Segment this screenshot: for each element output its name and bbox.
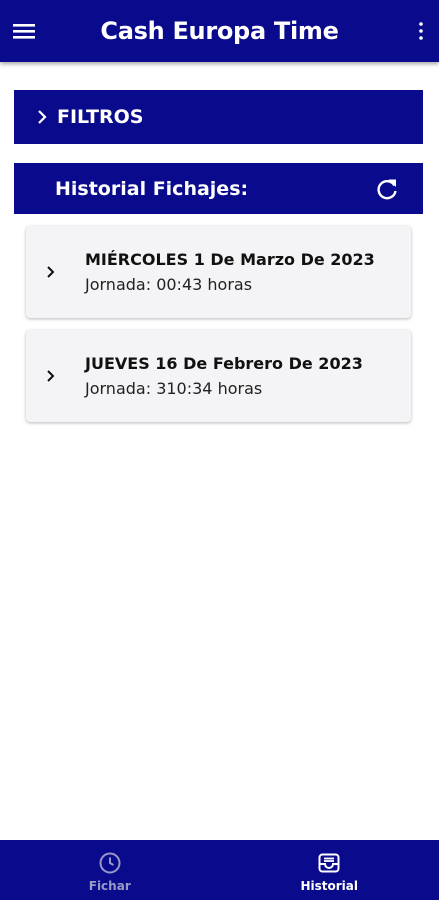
filters-label: FILTROS bbox=[57, 106, 144, 128]
filters-toggle[interactable]: FILTROS bbox=[14, 90, 423, 144]
chevron-right-icon bbox=[47, 266, 55, 278]
app-title: Cash Europa Time bbox=[100, 17, 339, 45]
bottom-navigation: Fichar Historial bbox=[0, 840, 439, 900]
entry-jornada: Jornada: 310:34 horas bbox=[85, 379, 263, 398]
history-entry-card[interactable]: JUEVES 16 De Febrero De 2023 Jornada: 31… bbox=[26, 330, 411, 422]
nav-tab-historial[interactable]: Historial bbox=[220, 840, 439, 900]
history-title: Historial Fichajes: bbox=[55, 177, 249, 200]
app-bar: Cash Europa Time bbox=[0, 0, 439, 62]
chevron-right-icon bbox=[38, 110, 47, 124]
more-vertical-icon[interactable] bbox=[417, 21, 425, 41]
hamburger-menu-icon[interactable] bbox=[12, 19, 36, 43]
history-entry-card[interactable]: MIÉRCOLES 1 De Marzo De 2023 Jornada: 00… bbox=[26, 226, 411, 318]
nav-label-historial: Historial bbox=[300, 879, 359, 893]
entry-jornada: Jornada: 00:43 horas bbox=[85, 275, 253, 294]
entry-date: JUEVES 16 De Febrero De 2023 bbox=[85, 354, 363, 373]
inbox-tray-icon bbox=[318, 853, 340, 873]
history-header: Historial Fichajes: bbox=[14, 163, 423, 214]
chevron-right-icon bbox=[47, 370, 55, 382]
refresh-icon[interactable] bbox=[374, 176, 400, 202]
nav-label-fichar: Fichar bbox=[88, 879, 131, 893]
nav-tab-fichar[interactable]: Fichar bbox=[0, 840, 220, 900]
entry-date: MIÉRCOLES 1 De Marzo De 2023 bbox=[85, 250, 375, 269]
clock-icon bbox=[99, 852, 121, 874]
